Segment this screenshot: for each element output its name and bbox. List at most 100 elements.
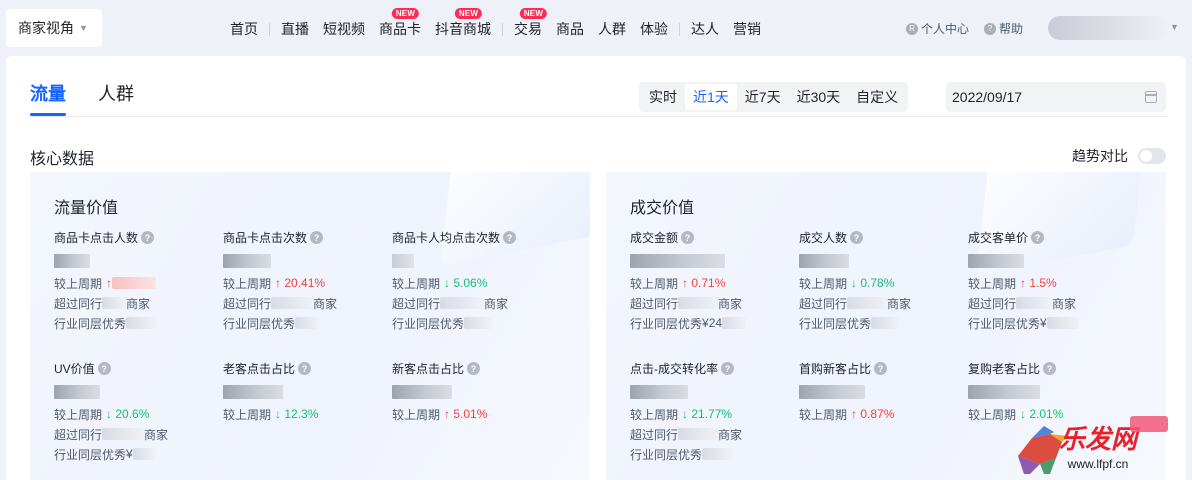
shop-view-dropdown[interactable]: 商家视角 ▼ [6, 9, 102, 47]
compare-label: 较上周期 [54, 276, 103, 291]
masked-value [968, 254, 1024, 268]
masked-value [799, 385, 865, 399]
time-range-selector: 实时 近1天 近7天 近30天 自定义 [639, 82, 909, 112]
date-picker[interactable]: 2022/09/17 [946, 82, 1166, 112]
nav-item-experience[interactable]: 体验 [640, 19, 668, 39]
nav-item-goods[interactable]: 商品 [556, 19, 584, 39]
nav-item-marketing[interactable]: 营销 [733, 19, 761, 39]
exceed-label: 超过同行 [630, 296, 679, 311]
tab-crowd[interactable]: 人群 [98, 80, 134, 106]
personal-center-link[interactable]: R 个人中心 [906, 20, 969, 37]
core-data-title: 核心数据 [30, 151, 95, 168]
industry-label: 行业同层优秀 [630, 447, 703, 462]
exceed-label: 超过同行 [54, 427, 103, 442]
account-avatar[interactable] [1048, 16, 1168, 40]
chevron-down-icon: ▼ [79, 23, 88, 33]
traffic-value-title: 流量价值 [54, 200, 119, 217]
nav-item-home[interactable]: 首页 [230, 19, 258, 39]
range-realtime[interactable]: 实时 [641, 84, 685, 110]
metric-label: 首购新客占比 [799, 362, 872, 376]
metric-label: 老客点击占比 [223, 362, 296, 376]
tab-divider [30, 116, 1168, 117]
masked-value [1016, 297, 1053, 309]
nav-item-short-video[interactable]: 短视频 [323, 19, 365, 39]
range-30-days[interactable]: 近30天 [789, 84, 849, 110]
nav-item-product-card[interactable]: 商品卡 NEW [379, 8, 421, 39]
merchant-label: 商家 [887, 296, 912, 311]
new-badge: NEW [454, 8, 483, 19]
tab-traffic[interactable]: 流量 [30, 80, 66, 106]
nav-item-crowd[interactable]: 人群 [598, 19, 626, 39]
help-icon[interactable]: ? [298, 362, 312, 375]
masked-value [271, 297, 314, 309]
help-icon[interactable]: ? [310, 231, 324, 244]
compare-label: 较上周期 [799, 407, 848, 422]
range-custom[interactable]: 自定义 [848, 84, 906, 110]
metric-product-card-click-users: 商品卡点击人数? 较上周期 ↑ 超过同行 商家 行业同层优秀 [54, 229, 219, 331]
masked-value [871, 317, 900, 329]
traffic-value-card: 流量价值 商品卡点击人数? 较上周期 ↑ 超过同行 商家 行业同层优秀 商品卡点击次… [30, 172, 590, 480]
range-7-days[interactable]: 近7天 [737, 84, 789, 110]
metric-label: 成交人数 [799, 231, 848, 245]
metric-first-purchase-ratio: 首购新客占比? 较上周期 ↑ 0.87% [799, 360, 964, 422]
masked-value [440, 297, 485, 309]
help-icon[interactable]: ? [721, 362, 734, 375]
help-icon[interactable]: ? [1031, 231, 1045, 244]
nav-item-influencer[interactable]: 达人 [691, 19, 719, 39]
metric-new-click-ratio: 新客点击占比? 较上周期 ↑ 5.01% [392, 360, 557, 422]
help-icon[interactable]: ? [141, 231, 155, 244]
nav-item-trade[interactable]: 交易 NEW [514, 8, 548, 39]
help-icon[interactable]: ? [681, 231, 695, 244]
top-bar: 商家视角 ▼ 首页 直播 短视频 商品卡 NEW 抖音商城 NEW 交易 NEW 商品… [0, 0, 1192, 56]
calendar-icon [1145, 91, 1157, 103]
help-link[interactable]: ? 帮助 [984, 20, 1023, 37]
help-icon[interactable]: ? [850, 231, 864, 244]
exceed-label: 超过同行 [630, 427, 679, 442]
masked-value [630, 254, 725, 268]
masked-value [392, 254, 414, 268]
compare-label: 较上周期 [223, 407, 272, 422]
help-icon[interactable]: ? [874, 362, 888, 375]
exceed-label: 超过同行 [968, 296, 1017, 311]
chevron-down-icon[interactable]: ▼ [1170, 22, 1179, 32]
masked-value [968, 385, 1040, 399]
new-badge: NEW [519, 8, 548, 19]
metric-label: 商品卡人均点击次数 [392, 231, 501, 245]
compare-label: 较上周期 [968, 407, 1017, 422]
metric-uv-value: UV价值? 较上周期 ↓ 20.6% 超过同行 商家 行业同层优秀 ¥ [54, 362, 169, 462]
metric-deal-users: 成交人数? 较上周期 ↓ 0.78% 超过同行 商家 行业同层优秀 [799, 229, 964, 331]
main-panel: 流量 人群 实时 近1天 近7天 近30天 自定义 2022/09/17 核心数… [6, 56, 1186, 480]
masked-value [132, 448, 155, 460]
trend-compare-toggle[interactable] [1138, 148, 1166, 164]
merchant-label: 商家 [718, 296, 743, 311]
compare-label: 较上周期 [392, 407, 441, 422]
delta-up: ↑ 0.87% [851, 407, 895, 421]
masked-value [223, 254, 271, 268]
masked-value [702, 448, 733, 460]
delta-down: ↓ 0.78% [851, 276, 895, 290]
nav-item-douyin-mall[interactable]: 抖音商城 NEW [435, 8, 491, 39]
industry-label: 行业同层优秀 [54, 447, 127, 462]
metric-label: 商品卡点击次数 [223, 231, 308, 245]
help-icon[interactable]: ? [503, 231, 517, 244]
merchant-label: 商家 [1052, 296, 1077, 311]
merchant-label: 商家 [313, 296, 338, 311]
masked-value [54, 385, 100, 399]
compare-label: 较上周期 [392, 276, 441, 291]
industry-label: 行业同层优秀 [54, 316, 127, 331]
compare-label: 较上周期 [223, 276, 272, 291]
metric-label: 商品卡点击人数 [54, 231, 139, 245]
help-icon[interactable]: ? [1043, 362, 1057, 375]
active-tab-indicator [30, 113, 66, 116]
masked-value [722, 317, 747, 329]
range-1-day[interactable]: 近1天 [685, 84, 737, 110]
nav-item-live[interactable]: 直播 [281, 19, 309, 39]
help-icon[interactable]: ? [97, 362, 111, 375]
metric-returning-click-ratio: 老客点击占比? 较上周期 ↓ 12.3% [223, 360, 388, 422]
nav-divider [502, 22, 503, 36]
help-icon[interactable]: ? [467, 362, 481, 375]
delta-down: ↓ 21.77% [682, 407, 733, 421]
metric-click-deal-conversion: 点击-成交转化率? 较上周期 ↓ 21.77% 超过同行 商家 行业同层优秀 [630, 360, 795, 462]
compare-label: 较上周期 [799, 276, 848, 291]
masked-value [295, 317, 320, 329]
